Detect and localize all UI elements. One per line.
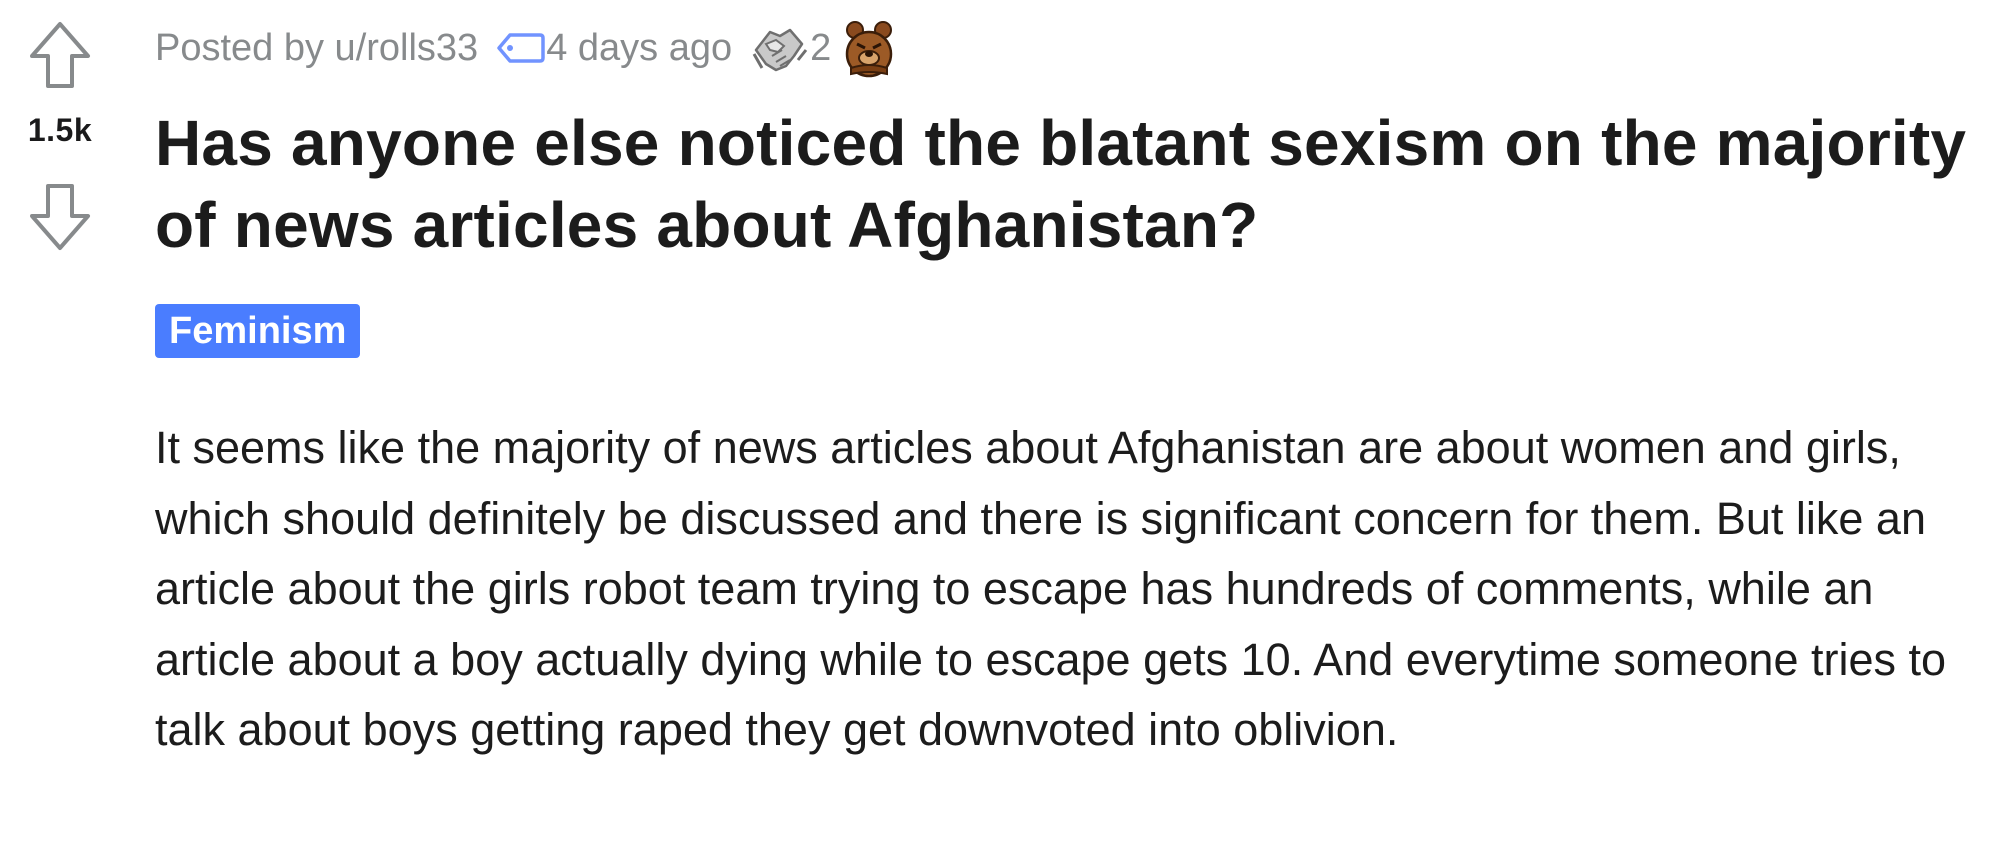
post-meta: Posted by u/rolls33 4 days ago 2 — [155, 18, 895, 78]
vote-column: 1.5k — [0, 0, 120, 260]
post-title[interactable]: Has anyone else noticed the blatant sexi… — [155, 102, 1985, 266]
award-count: 2 — [810, 26, 832, 69]
upvote-button[interactable] — [28, 20, 92, 90]
arrow-down-outline-icon — [30, 184, 90, 250]
handshake-award-icon[interactable] — [750, 20, 808, 76]
post-flair[interactable]: Feminism — [155, 304, 361, 358]
author-link[interactable]: Posted by u/rolls33 — [155, 27, 478, 70]
bear-award-icon[interactable] — [843, 18, 895, 78]
post-body: It seems like the majority of news artic… — [155, 422, 1947, 755]
post-card: 1.5k Posted by u/rolls33 4 days ago 2 Ha… — [0, 0, 1999, 857]
tag-icon — [496, 31, 546, 65]
post-timestamp[interactable]: 4 days ago — [546, 27, 732, 70]
arrow-up-outline-icon — [30, 22, 90, 88]
downvote-button[interactable] — [28, 182, 92, 252]
vote-score: 1.5k — [27, 112, 93, 148]
